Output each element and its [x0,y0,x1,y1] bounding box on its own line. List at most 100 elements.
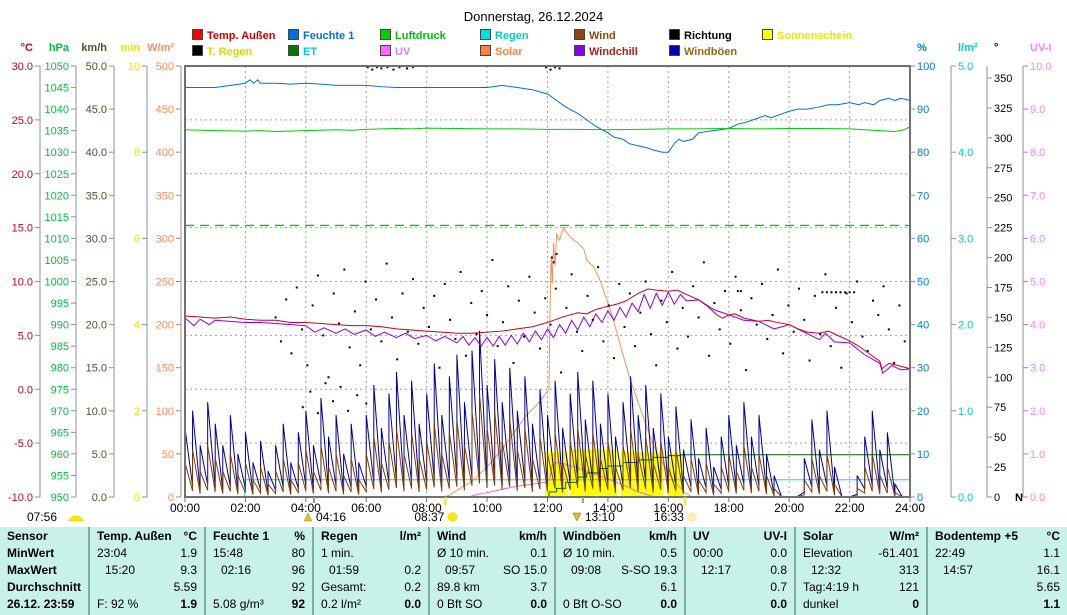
axis-label: 02:00 [230,501,260,515]
axis-label: 275 [994,163,1012,175]
table-header-cell: Bodentemp +5°C [928,527,1067,545]
axis-label: 6.0 [1030,233,1045,245]
sun-icon [448,513,457,522]
table-row-label: MinWert [0,545,88,562]
table-cell: 00:000.0 [686,545,794,562]
table-cell: 02:1696 [206,562,312,579]
table-cell: Elevation-61.401 [796,545,926,562]
table-cell: 6.1 [556,579,684,596]
axis-label: 1030 [45,147,69,159]
axis-label: 500 [156,61,174,73]
axis-label: 80 [917,147,929,159]
table-cell: 01:590.2 [314,562,428,579]
sun-pale-icon [687,513,696,522]
table-cell: Tag:4:19 h121 [796,579,926,596]
table-column-regen: Regenl/m²1 min.01:590.2Gesamt:0.20.2 l/m… [312,527,428,615]
axis-label: hPa [49,42,70,54]
axis-label: 965 [51,427,69,439]
axis-deg: 3503253002752502252001751501251007550250… [987,42,1023,504]
axis-label: 60 [917,233,929,245]
table-cell: Ø 10 min.0.1 [430,545,554,562]
axis-label: 2.0 [1030,406,1045,418]
axis-label: 1005 [45,255,69,267]
axis-label: 350 [994,73,1012,85]
axis-label: 30 [917,363,929,375]
table-cell: 5.65 [928,579,1067,596]
axis-label: 5.0 [92,449,107,461]
axis-min: 1086420min [120,42,147,504]
table-header-cell: Feuchte 1% [206,527,312,545]
axis-label: 5.0 [1030,277,1045,289]
table-cell: 09:57SO 15.0 [430,562,554,579]
table-cell: dunkel0 [796,596,926,613]
axis-label: 5.0 [18,330,33,342]
axis-label: 4.0 [1030,320,1045,332]
axis-label: 40.0 [86,147,107,159]
axis-label: 350 [156,190,174,202]
table-cell: 1.1 [928,596,1067,613]
axis-label: 100 [917,61,935,73]
axis-label: W/m² [147,42,174,54]
table-cell: Gesamt:0.2 [314,579,428,596]
axis-label: 20 [917,406,929,418]
axis-label: 25.0 [86,277,107,289]
axis-label: 0 [168,492,174,504]
axis-label: 125 [994,342,1012,354]
axis-label: 35.0 [86,190,107,202]
axis-label: 07:56 [27,510,57,524]
axis-label: 0.0 [92,492,107,504]
axis-label: 25.0 [12,115,33,127]
axis-label: 7.0 [1030,190,1045,202]
series-richtung-scatter [275,66,906,414]
axis-label: 225 [994,223,1012,235]
axis-label: 0 [134,492,140,504]
axis-label: 10 [917,449,929,461]
axis-label: °C [21,42,33,54]
table-cell: 14:5716.1 [928,562,1067,579]
table-column-wind: Windkm/hØ 10 min.0.109:57SO 15.089.8 km3… [428,527,554,615]
axis-label: 4 [134,320,140,332]
axis-hpa: 1050104510401035103010251020101510101005… [45,42,76,504]
table-column-temp-au-en: Temp. Außen°C23:041.915:209.35.59F: 92 %… [88,527,204,615]
axis-label: 970 [51,406,69,418]
table-column-bodentemp-5: Bodentemp +5°C22:491.114:5716.15.651.1 [926,527,1067,615]
axis-label: 1045 [45,83,69,95]
axis-label: 75 [994,402,1006,414]
axis-label: 955 [51,470,69,482]
axis-label: 1015 [45,212,69,224]
x-axis: 00:0002:0004:0006:0008:0010:0012:0014:00… [170,497,925,515]
axis-label: 250 [156,277,174,289]
table-cell: 0 Bft SO0.0 [430,596,554,613]
table-cell: 0.7 [686,579,794,596]
axis-label: 0 [917,492,923,504]
axis-label: 10.0 [86,406,107,418]
table-cell: 15:4880 [206,545,312,562]
axis-label: 50 [917,277,929,289]
axis-label: 200 [994,253,1012,265]
table-row-label: MaxWert [0,562,88,579]
axis-label: N [1015,492,1023,504]
table-cell: 0 Bft O-SO0.0 [556,596,684,613]
table-column-uv: UVUV-I00:000.012:170.80.70.0 [684,527,794,615]
table-header-cell: SolarW/m² [796,527,926,545]
axis-label: % [917,42,927,54]
table-row-label: 26.12. 23:59 [0,596,88,613]
axis-label: 150 [156,363,174,375]
axis-label: 3.0 [958,233,973,245]
axis-label: ° [994,42,998,54]
axis-label: 10 [128,61,140,73]
axis-label: 4.0 [958,147,973,159]
axis-wm2: 500450400350300250200150100500W/m² [147,42,181,504]
axis-label: 450 [156,104,174,116]
table-cell: 92 [206,579,312,596]
weather-app-window: Donnerstag, 26.12.2024 Temp. AußenFeucht… [0,0,1067,615]
axis-label: 08:37 [414,510,444,524]
table-cell: 0.2 l/m²0.0 [314,596,428,613]
table-cell: 12:170.8 [686,562,794,579]
axis-label: 20.0 [12,169,33,181]
table-cell: 09:08S-SO 19.3 [556,562,684,579]
axis-label: 1.0 [958,406,973,418]
axis-label: 150 [994,312,1012,324]
table-header-cell: Windböenkm/h [556,527,684,545]
table-cell: 23:041.9 [90,545,204,562]
